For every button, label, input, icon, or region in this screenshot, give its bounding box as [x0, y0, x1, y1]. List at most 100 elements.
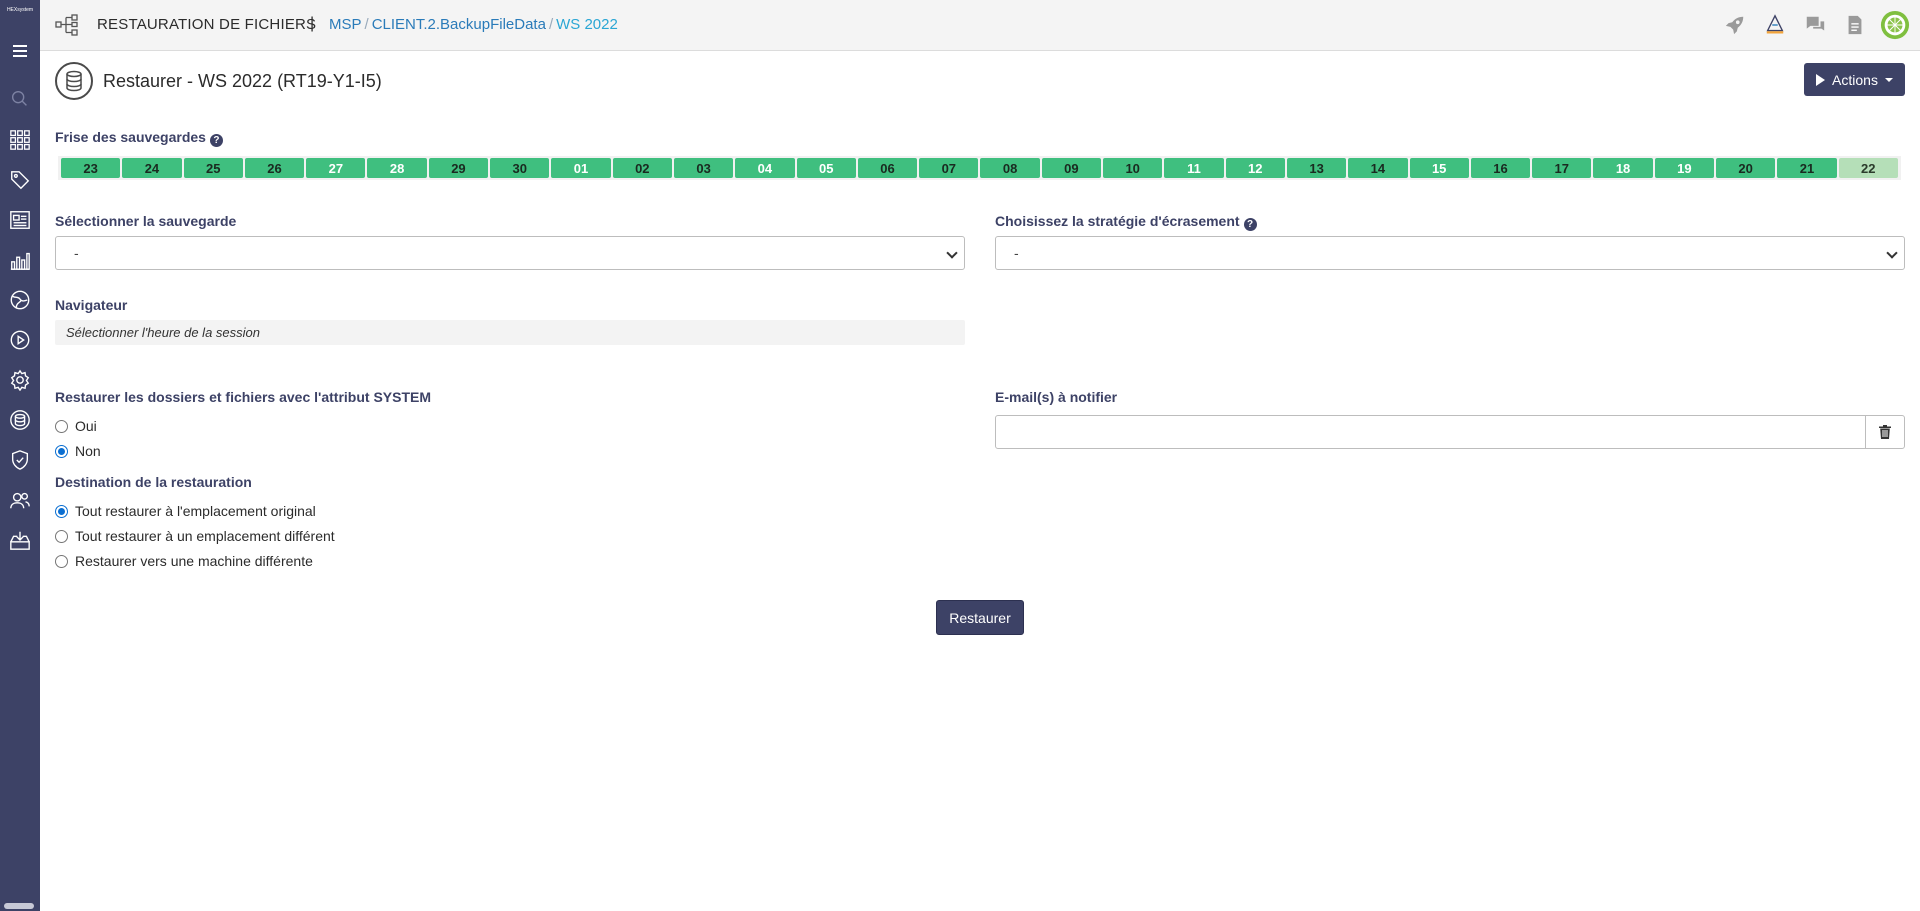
hamburger-icon: [13, 45, 27, 57]
user-avatar-button[interactable]: [1880, 10, 1910, 40]
email-label: E-mail(s) à notifier: [995, 389, 1118, 405]
timeline-day[interactable]: 03: [673, 158, 734, 178]
trash-icon: [1879, 425, 1891, 439]
radio-destination-different-machine[interactable]: Restaurer vers une machine différente: [55, 551, 313, 571]
header-separator: |: [310, 15, 315, 32]
backup-select-label: Sélectionner la sauvegarde: [55, 213, 237, 229]
timeline-day[interactable]: 25: [183, 158, 243, 178]
chevron-down-icon: [1886, 247, 1898, 259]
timeline-day[interactable]: 29: [428, 158, 489, 178]
search-icon: [11, 90, 27, 106]
radio-button-checked[interactable]: [55, 444, 68, 458]
breadcrumb-msp[interactable]: MSP: [329, 16, 362, 33]
sidebar-item-security[interactable]: [8, 448, 32, 472]
backup-select[interactable]: -: [55, 236, 965, 270]
shield-icon: [11, 450, 29, 470]
timeline-day[interactable]: 28: [367, 158, 427, 178]
radio-label: Restaurer vers une machine différente: [75, 553, 313, 569]
help-icon[interactable]: ?: [1243, 218, 1257, 231]
radio-system-non[interactable]: Non: [55, 441, 101, 461]
radio-button[interactable]: [55, 419, 68, 433]
radio-label: Oui: [75, 418, 97, 434]
timeline-day[interactable]: 02: [612, 158, 672, 178]
pen-tool-icon: [1766, 14, 1784, 34]
sidebar-item-settings[interactable]: [8, 368, 32, 392]
timeline-day[interactable]: 27: [306, 158, 366, 178]
play-icon: [1816, 73, 1826, 86]
timeline-label-text: Frise des sauvegardes: [55, 129, 206, 145]
timeline-day[interactable]: 30: [490, 158, 550, 178]
radio-destination-original[interactable]: Tout restaurer à l'emplacement original: [55, 501, 316, 521]
restore-button[interactable]: Restaurer: [936, 600, 1024, 635]
timeline-day[interactable]: 10: [1103, 158, 1163, 178]
timeline-day[interactable]: 09: [1041, 158, 1102, 178]
radio-button[interactable]: [55, 529, 68, 543]
chat-button[interactable]: [1800, 10, 1830, 40]
timeline-day[interactable]: 20: [1716, 158, 1776, 178]
restore-page-icon: [55, 62, 93, 100]
sidebar-item-downloads[interactable]: [8, 528, 32, 552]
sidebar-item-automation[interactable]: [8, 328, 32, 352]
actions-dropdown-button[interactable]: Actions: [1804, 63, 1905, 96]
tags-icon: [11, 171, 30, 190]
sidebar-item-users[interactable]: [8, 488, 32, 512]
timeline-day[interactable]: 23: [61, 158, 121, 178]
overwrite-strategy-select[interactable]: -: [995, 236, 1905, 270]
breadcrumb-current: WS 2022: [556, 16, 618, 33]
pen-tool-button[interactable]: [1760, 10, 1790, 40]
system-attribute-label: Restaurer les dossiers et fichiers avec …: [55, 389, 432, 405]
timeline-day[interactable]: 19: [1654, 158, 1715, 178]
sitemap-icon: [55, 14, 78, 36]
chevron-down-icon: [946, 247, 958, 259]
timeline-day[interactable]: 04: [735, 158, 795, 178]
timeline-day[interactable]: 24: [122, 158, 182, 178]
sidebar-item-reports[interactable]: [8, 248, 32, 272]
timeline-day[interactable]: 22: [1838, 158, 1898, 178]
timeline-day[interactable]: 26: [244, 158, 305, 178]
news-icon: [10, 211, 30, 229]
sidebar-item-tags[interactable]: [8, 168, 32, 192]
timeline-day[interactable]: 18: [1593, 158, 1653, 178]
sidebar-scrollbar[interactable]: [4, 903, 34, 909]
document-button[interactable]: [1840, 10, 1870, 40]
timeline-day[interactable]: 05: [796, 158, 856, 178]
breadcrumb-client[interactable]: CLIENT.2.BackupFileData: [372, 16, 546, 33]
breadcrumb: MSP / CLIENT.2.BackupFileData / WS 2022: [329, 16, 618, 33]
grid-icon: [10, 130, 30, 150]
timeline-day[interactable]: 12: [1225, 158, 1285, 178]
clear-email-button[interactable]: [1865, 415, 1905, 449]
timeline-day[interactable]: 11: [1164, 158, 1224, 178]
backup-select-value: -: [74, 245, 79, 261]
rocket-button[interactable]: [1720, 10, 1750, 40]
email-input[interactable]: [995, 415, 1866, 449]
sidebar-item-apps[interactable]: [8, 128, 32, 152]
timeline-day[interactable]: 06: [857, 158, 918, 178]
timeline-day[interactable]: 07: [919, 158, 979, 178]
sidebar-item-news[interactable]: [8, 208, 32, 232]
menu-toggle-button[interactable]: [0, 36, 40, 66]
timeline-day[interactable]: 13: [1286, 158, 1347, 178]
timeline-day[interactable]: 01: [551, 158, 611, 178]
header-actions: [1710, 10, 1910, 40]
gear-icon: [10, 369, 30, 391]
destination-label: Destination de la restauration: [55, 474, 252, 490]
radio-destination-different-location[interactable]: Tout restaurer à un emplacement différen…: [55, 526, 335, 546]
timeline-day[interactable]: 15: [1409, 158, 1469, 178]
timeline-day[interactable]: 21: [1777, 158, 1837, 178]
avatar: [1880, 10, 1910, 40]
navigator-tree[interactable]: Sélectionner l'heure de la session: [55, 320, 965, 345]
radio-button-checked[interactable]: [55, 504, 68, 518]
radio-system-oui[interactable]: Oui: [55, 416, 97, 436]
timeline-day[interactable]: 17: [1532, 158, 1592, 178]
globe-icon: [10, 290, 30, 310]
help-icon[interactable]: ?: [209, 134, 223, 147]
timeline-day[interactable]: 08: [980, 158, 1040, 178]
play-circle-icon: [10, 330, 30, 350]
sidebar-item-network[interactable]: [8, 288, 32, 312]
sidebar-item-search[interactable]: [8, 87, 32, 111]
sidebar-item-backup[interactable]: [8, 408, 32, 432]
radio-button[interactable]: [55, 554, 68, 568]
timeline-day[interactable]: 14: [1348, 158, 1408, 178]
timeline-day[interactable]: 16: [1470, 158, 1531, 178]
radio-label: Tout restaurer à l'emplacement original: [75, 503, 316, 519]
